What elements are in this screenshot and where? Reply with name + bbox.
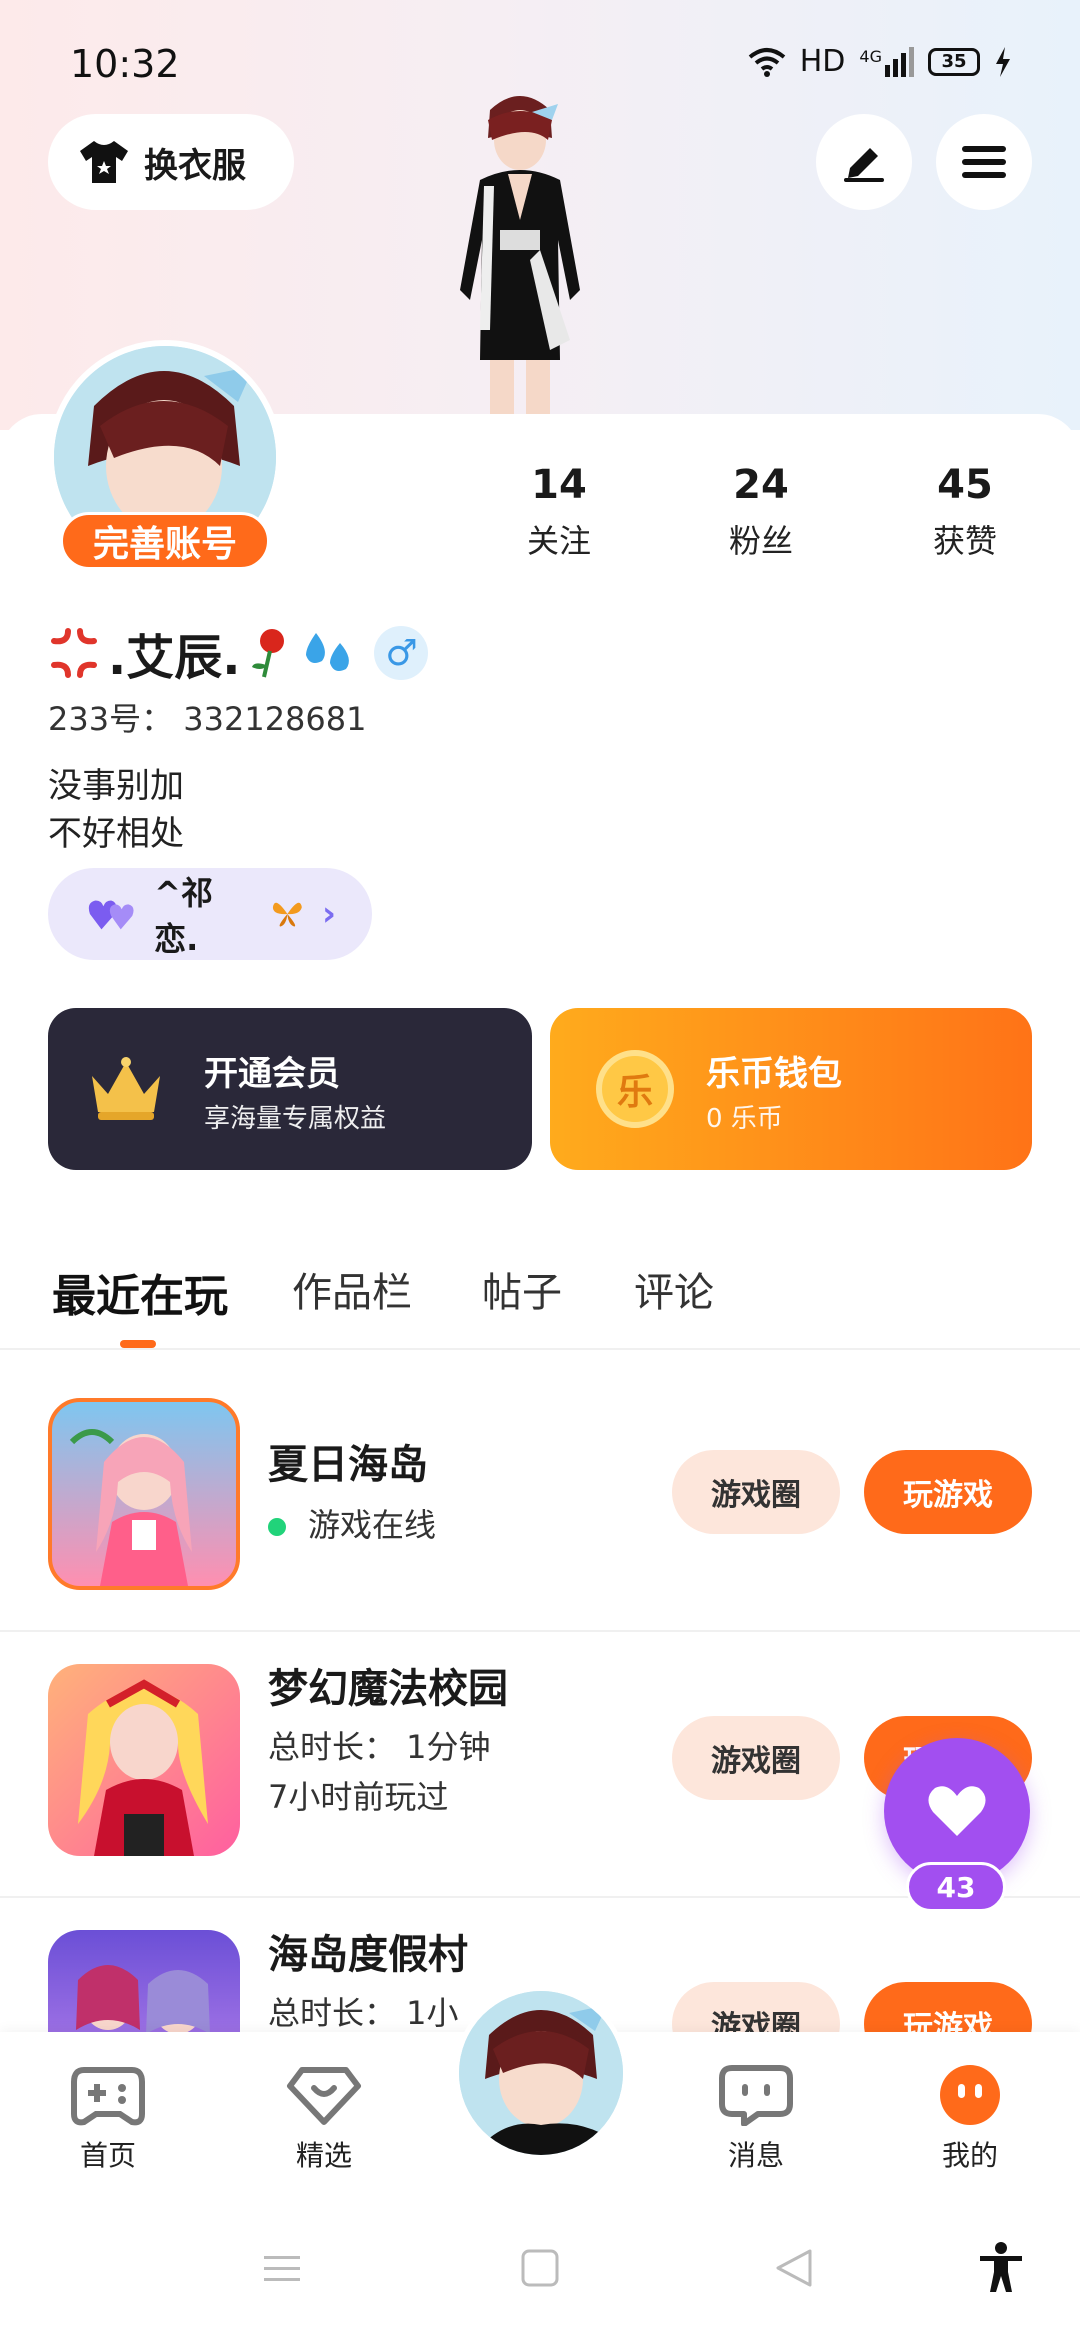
likes-label: 获赞 [932,522,997,560]
wifi-icon [748,47,786,77]
game-title: 海岛度假村 [268,1932,468,1978]
like-count-badge: 43 [906,1862,1006,1912]
nav-featured[interactable]: 精选 [264,2064,384,2174]
butterfly-icon [273,902,303,927]
vip-membership-card[interactable]: 开通会员 享海量专属权益 [48,1008,532,1170]
menu-button[interactable] [936,114,1032,210]
tab-comments[interactable]: 评论 [634,1260,714,1318]
shirt-icon [80,141,128,183]
chat-bubble-icon [719,2065,793,2127]
pencil-icon [844,148,884,182]
nav-avatar-center[interactable] [454,1986,628,2160]
cp-relationship-pill[interactable]: ^祁恋. › [48,868,372,960]
game-circle-button[interactable]: 游戏圈 [672,1716,840,1800]
signal-type-label: 4G [859,46,882,66]
network-label: HD [799,44,846,79]
nav-messages-label: 消息 [727,2139,784,2172]
chevron-right-icon: › [321,894,336,934]
following-count: 14 [531,462,587,508]
nav-messages[interactable]: 消息 [696,2064,816,2174]
nav-home[interactable]: 首页 [48,2064,168,2174]
diamond-heart-icon [287,2067,361,2125]
wallet-subtitle: 0 乐币 [706,1104,783,1134]
active-tab-indicator [120,1340,156,1348]
bio-line: 没事别加 [48,766,184,806]
signal-icon: 4G [859,46,914,77]
complete-account-button[interactable]: 完善账号 [60,512,270,570]
nav-home-label: 首页 [79,2139,136,2172]
following-stat[interactable]: 14 关注 [484,462,634,562]
bio-line: 不好相处 [48,814,184,854]
game-thumbnail[interactable] [48,1664,240,1856]
male-gender-icon: ♂ [374,626,429,680]
nav-me-label: 我的 [941,2139,998,2172]
crown-icon [92,1057,160,1120]
anger-emoji-icon [51,628,97,678]
vip-title: 开通会员 [204,1054,340,1094]
fans-count: 24 [733,462,789,508]
home-square-icon[interactable] [520,2248,560,2288]
tab-recent-played[interactable]: 最近在玩 [52,1260,228,1324]
play-game-button[interactable]: 玩游戏 [864,1450,1032,1534]
nickname-text: .艾辰. [108,630,241,686]
coin-wallet-card[interactable]: 乐 乐币钱包 0 乐币 [550,1008,1032,1170]
tab-posts[interactable]: 帖子 [482,1260,562,1318]
game-thumbnail[interactable] [48,1398,240,1590]
back-triangle-icon[interactable] [774,2248,814,2288]
game-playtime: 总时长： 1小 [268,1994,459,2032]
nav-me[interactable]: 我的 [910,2064,1030,2174]
rose-emoji-icon [252,629,285,678]
status-icons: HD 4G 35 [748,44,1012,79]
charging-icon [996,46,1010,77]
status-time: 10:32 [70,42,180,86]
edit-profile-button[interactable] [816,114,912,210]
vip-subtitle: 享海量专属权益 [204,1104,387,1134]
battery-level: 35 [941,51,967,72]
nickname: .艾辰. ♂ [48,618,429,688]
fans-stat[interactable]: 24 粉丝 [686,462,836,562]
bottom-navigation: 首页 精选 消息 我的 [0,1986,1080,2208]
recent-apps-icon[interactable] [262,2248,302,2288]
change-outfit-label: 换衣服 [144,145,246,186]
coin-icon: 乐 [596,1050,674,1128]
system-navigation-bar [0,2208,1080,2340]
nav-featured-label: 精选 [295,2139,352,2172]
online-status-icon [268,1518,286,1536]
game-status: 游戏在线 [268,1500,436,1546]
profile-face-icon [940,2065,1000,2125]
battery-icon: 35 [928,47,980,76]
game-title: 梦幻魔法校园 [268,1666,508,1712]
tab-works[interactable]: 作品栏 [292,1260,412,1318]
likes-count: 45 [937,462,993,508]
list-item[interactable]: 夏日海岛 游戏在线 游戏圈 玩游戏 [0,1366,1080,1632]
gamepad-icon [71,2067,145,2126]
double-heart-icon [88,900,134,930]
following-label: 关注 [526,522,591,560]
game-status-text: 游戏在线 [308,1506,437,1544]
user-id[interactable]: 233号： 332128681 [48,694,367,740]
fans-label: 粉丝 [728,522,793,560]
avatar-image [459,1991,623,2155]
game-circle-button[interactable]: 游戏圈 [672,1450,840,1534]
change-outfit-button[interactable]: 换衣服 [48,114,294,210]
profile-tabs: 最近在玩 作品栏 帖子 评论 [0,1240,1080,1350]
sweat-droplets-icon [306,633,350,671]
game-title: 夏日海岛 [268,1442,428,1488]
character-figure[interactable] [420,90,620,420]
heart-icon [928,1786,986,1836]
game-playtime: 总时长： 1分钟 [268,1728,491,1766]
accessibility-icon[interactable] [978,2242,1024,2294]
hamburger-menu-icon [962,146,1006,178]
game-last-played: 7小时前玩过 [268,1778,449,1816]
cp-name: ^祁恋. [154,874,213,958]
likes-stat[interactable]: 45 获赞 [890,462,1040,562]
wallet-title: 乐币钱包 [706,1054,842,1094]
coin-char: 乐 [616,1072,653,1113]
